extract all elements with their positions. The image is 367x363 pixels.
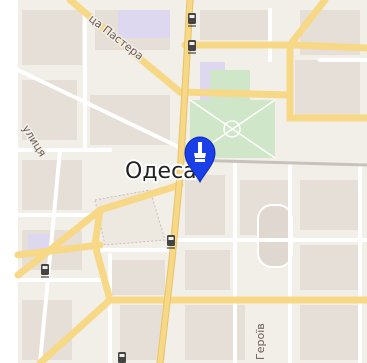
- tram-stop-icon[interactable]: [118, 352, 126, 363]
- map-canvas[interactable]: ца Пастера улиця Героїв Одеса: [0, 0, 367, 363]
- left-border: [0, 0, 18, 363]
- city-label: Одеса: [125, 159, 197, 184]
- theatre-building: [257, 204, 293, 268]
- street-label-bottom: Героїв: [254, 323, 267, 360]
